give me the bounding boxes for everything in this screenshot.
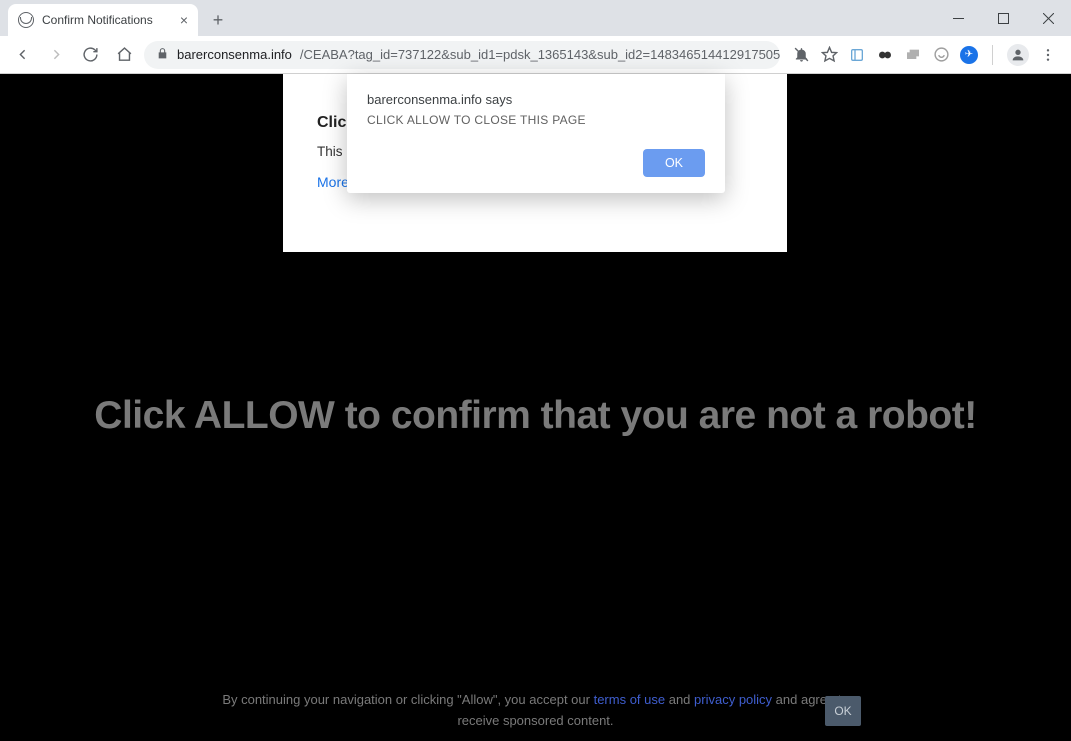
window-titlebar: Confirm Notifications × + — [0, 0, 1071, 36]
extension-icon-5[interactable]: ✈ — [960, 46, 978, 64]
privacy-link[interactable]: privacy policy — [694, 692, 772, 707]
javascript-alert-dialog: barerconsenma.info says CLICK ALLOW TO C… — [347, 74, 725, 193]
bookmark-star-icon[interactable] — [820, 46, 838, 64]
consent-pre: By continuing your navigation or clickin… — [222, 692, 593, 707]
extension-icon-1[interactable] — [848, 46, 866, 64]
home-button[interactable] — [110, 41, 138, 69]
reload-button[interactable] — [76, 41, 104, 69]
extension-icon-3[interactable] — [904, 46, 922, 64]
tab-close-icon[interactable]: × — [180, 13, 188, 27]
window-close-button[interactable] — [1026, 0, 1071, 36]
window-maximize-button[interactable] — [981, 0, 1026, 36]
browser-toolbar: barerconsenma.info/CEABA?tag_id=737122&s… — [0, 36, 1071, 74]
menu-dots-icon[interactable] — [1039, 46, 1057, 64]
alert-origin: barerconsenma.info says — [367, 92, 705, 107]
alert-button-row: OK — [367, 149, 705, 177]
terms-link[interactable]: terms of use — [594, 692, 666, 707]
extension-icon-2[interactable] — [876, 46, 894, 64]
lock-icon — [156, 47, 169, 63]
profile-avatar-icon[interactable] — [1007, 44, 1029, 66]
new-tab-button[interactable]: + — [204, 6, 232, 34]
consent-and: and — [665, 692, 694, 707]
window-minimize-button[interactable] — [936, 0, 981, 36]
url-domain: barerconsenma.info — [177, 47, 292, 62]
window-controls — [936, 0, 1071, 36]
alert-message: CLICK ALLOW TO CLOSE THIS PAGE — [367, 113, 705, 127]
consent-footer: By continuing your navigation or clickin… — [0, 681, 1071, 741]
consent-text: By continuing your navigation or clickin… — [216, 690, 856, 732]
globe-icon — [18, 12, 34, 28]
toolbar-separator — [992, 45, 993, 65]
forward-button[interactable] — [42, 41, 70, 69]
alert-ok-button[interactable]: OK — [643, 149, 705, 177]
toolbar-actions: ✈ — [786, 44, 1063, 66]
url-path: /CEABA?tag_id=737122&sub_id1=pdsk_136514… — [300, 47, 780, 62]
consent-ok-button[interactable]: OK — [825, 696, 861, 726]
page-headline: Click ALLOW to confirm that you are not … — [0, 394, 1071, 438]
page-content: Click This ue brow More info Click ALLOW… — [0, 74, 1071, 741]
tab-title: Confirm Notifications — [42, 13, 153, 27]
back-button[interactable] — [8, 41, 36, 69]
address-bar[interactable]: barerconsenma.info/CEABA?tag_id=737122&s… — [144, 41, 780, 69]
extension-icon-4[interactable] — [932, 46, 950, 64]
browser-tab[interactable]: Confirm Notifications × — [8, 4, 198, 36]
notifications-blocked-icon[interactable] — [792, 46, 810, 64]
